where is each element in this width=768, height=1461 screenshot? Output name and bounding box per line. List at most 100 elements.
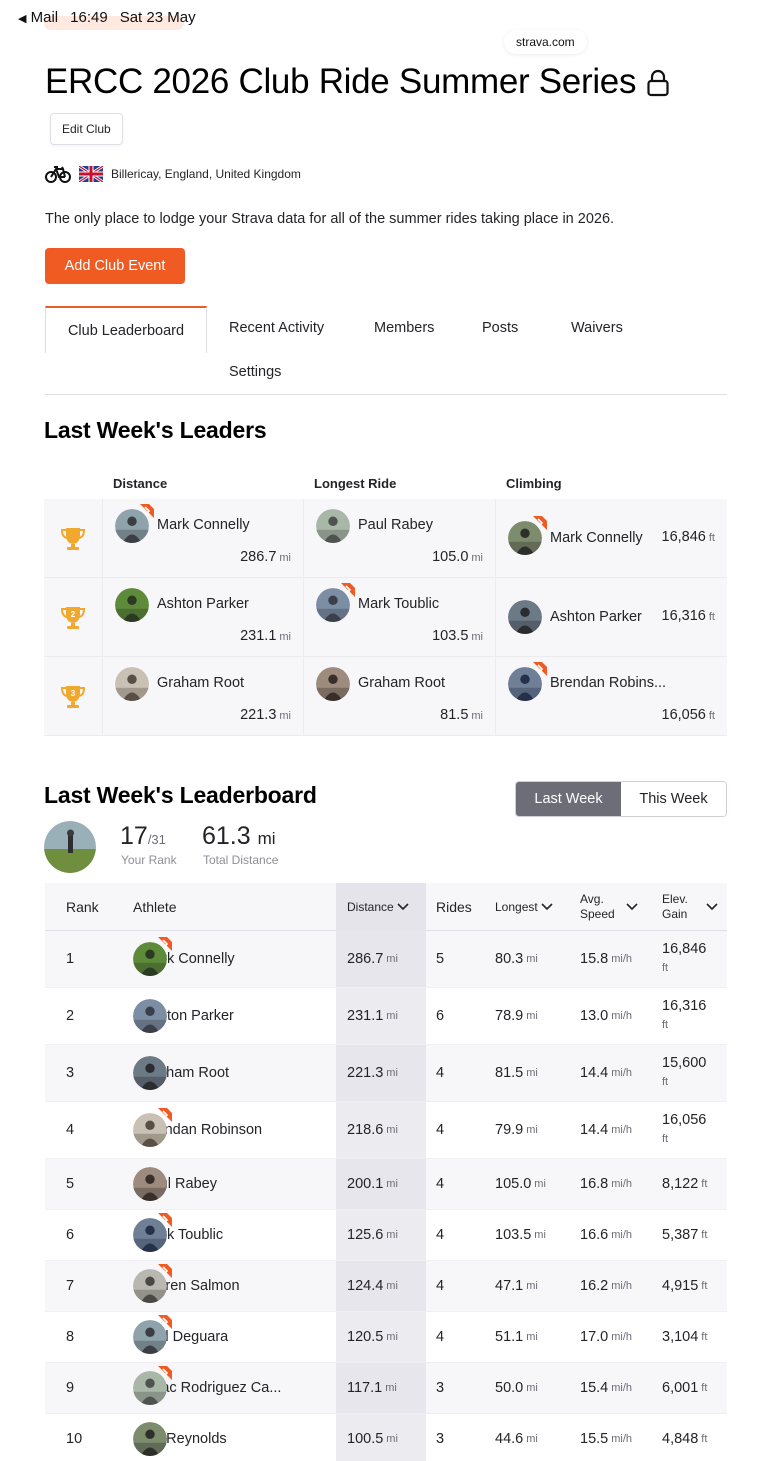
longest-unit: mi — [526, 1382, 538, 1394]
leader-value: 16,846 ft — [662, 529, 715, 545]
header-rides[interactable]: Rides — [436, 883, 472, 931]
elev-value: 3,104 — [662, 1328, 699, 1345]
leader-cell-longest[interactable]: Graham Root 81.5 mi — [303, 657, 495, 736]
athlete-photo — [133, 1167, 167, 1201]
athlete-avatar[interactable] — [133, 1264, 172, 1303]
speed-cell: 15.5 mi/h — [580, 1414, 632, 1461]
header-avg-speed[interactable]: Avg. Speed — [580, 883, 642, 931]
leader-name[interactable]: Mark Connelly — [157, 517, 250, 533]
leader-value-number: 103.5 — [432, 628, 469, 644]
leader-name[interactable]: Brendan Robins... — [550, 675, 666, 691]
leader-cell-climbing[interactable]: Ashton Parker 16,316 ft — [495, 578, 727, 657]
leader-cell-climbing[interactable]: Brendan Robins... 16,056 ft — [495, 657, 727, 736]
header-rank[interactable]: Rank — [66, 883, 99, 931]
athlete-cell[interactable]: Ian Reynolds — [133, 1414, 227, 1461]
longest-cell: 79.9 mi — [495, 1102, 538, 1158]
leader-cell-distance[interactable]: Graham Root 221.3 mi — [102, 657, 303, 736]
athlete-avatar[interactable] — [133, 1108, 172, 1147]
leader-value-number: 16,056 — [661, 707, 706, 723]
edit-club-button[interactable]: Edit Club — [50, 113, 123, 145]
longest-unit: mi — [526, 1010, 538, 1022]
athlete-avatar[interactable] — [133, 1366, 172, 1405]
club-description: The only place to lodge your Strava data… — [45, 211, 615, 227]
header-athlete[interactable]: Athlete — [133, 883, 177, 931]
add-club-event-button[interactable]: Add Club Event — [45, 248, 185, 284]
athlete-avatar[interactable] — [508, 516, 547, 555]
rank-cell: 6 — [66, 1227, 75, 1243]
leader-name[interactable]: Ashton Parker — [550, 609, 642, 625]
athlete-avatar[interactable] — [115, 504, 154, 543]
tab-recent-activity[interactable]: Recent Activity — [229, 320, 324, 336]
status-left[interactable]: ◀ Mail 16:49 Sat 23 May — [18, 9, 196, 26]
distance-value: 124.4 — [347, 1278, 384, 1294]
url-pill[interactable]: strava.com — [504, 30, 587, 54]
header-elev-gain[interactable]: Elev. Gain — [662, 883, 722, 931]
athlete-cell[interactable]: Darren Salmon — [133, 1261, 240, 1311]
distance-value: 221.3 — [347, 1065, 384, 1081]
athlete-avatar[interactable] — [133, 1213, 172, 1252]
athlete-avatar[interactable] — [133, 999, 167, 1033]
tab-waivers[interactable]: Waivers — [571, 320, 623, 336]
athlete-avatar[interactable] — [115, 667, 149, 701]
distance-cell: 124.4 mi — [347, 1261, 398, 1311]
athlete-avatar[interactable] — [316, 667, 350, 701]
your-rank-number: 17 — [120, 822, 148, 850]
athlete-avatar[interactable] — [133, 1422, 167, 1456]
uk-flag-icon — [79, 166, 103, 182]
athlete-cell[interactable]: Mark Connelly — [133, 931, 235, 987]
rank-cell: 5 — [66, 1176, 75, 1192]
leader-name[interactable]: Paul Rabey — [358, 517, 433, 533]
athlete-avatar[interactable] — [508, 662, 547, 701]
tab-settings[interactable]: Settings — [229, 364, 281, 380]
athlete-photo — [316, 509, 350, 543]
athlete-cell[interactable]: Ashton Parker — [133, 988, 234, 1044]
leader-cell-longest[interactable]: Mark Toublic 103.5 mi — [303, 578, 495, 657]
longest-value: 81.5 — [495, 1065, 524, 1081]
this-week-button[interactable]: This Week — [621, 782, 726, 816]
elev-value: 16,316 — [662, 998, 707, 1014]
athlete-cell[interactable]: Paul Rabey — [133, 1159, 217, 1209]
athlete-avatar[interactable] — [115, 588, 149, 622]
leader-cell-distance[interactable]: Ashton Parker 231.1 mi — [102, 578, 303, 657]
distance-cell: 100.5 mi — [347, 1414, 398, 1461]
header-distance[interactable]: Distance — [336, 883, 426, 931]
athlete-cell[interactable]: Mark Toublic — [133, 1210, 223, 1260]
athlete-avatar[interactable] — [316, 509, 350, 543]
athlete-avatar[interactable] — [133, 1315, 172, 1354]
athlete-photo — [133, 1056, 167, 1090]
athlete-avatar[interactable] — [133, 1056, 167, 1090]
leader-name[interactable]: Mark Connelly — [550, 530, 643, 546]
athlete-avatar[interactable] — [133, 937, 172, 976]
speed-cell: 16.6 mi/h — [580, 1210, 632, 1260]
leader-name[interactable]: Mark Toublic — [358, 596, 439, 612]
athlete-cell[interactable]: Brendan Robinson — [133, 1102, 262, 1158]
leader-name[interactable]: Graham Root — [157, 675, 244, 691]
distance-value: 100.5 — [347, 1431, 384, 1447]
header-distance-label: Distance — [347, 900, 394, 914]
athlete-cell[interactable]: Isaac Rodriguez Ca... — [133, 1363, 281, 1413]
leader-name[interactable]: Graham Root — [358, 675, 445, 691]
athlete-avatar[interactable] — [508, 600, 542, 634]
my-avatar[interactable] — [44, 821, 96, 873]
athlete-avatar[interactable] — [316, 583, 355, 622]
speed-unit: mi/h — [611, 1433, 633, 1445]
tab-members[interactable]: Members — [374, 320, 434, 336]
leader-name[interactable]: Ashton Parker — [157, 596, 249, 612]
elev-cell: 4,915 ft — [662, 1261, 707, 1311]
athlete-cell[interactable]: Carl Deguara — [133, 1312, 228, 1362]
athlete-cell[interactable]: Graham Root — [133, 1045, 229, 1101]
back-app-link[interactable]: ◀ Mail — [18, 9, 58, 26]
leader-cell-climbing[interactable]: Mark Connelly 16,846 ft — [495, 499, 727, 578]
tab-club-leaderboard[interactable]: Club Leaderboard — [45, 306, 207, 353]
rank-summary: 17/31 Your Rank 61.3 mi Total Distance — [44, 820, 344, 874]
speed-unit: mi/h — [611, 953, 633, 965]
athlete-avatar[interactable] — [133, 1167, 167, 1201]
leader-cell-longest[interactable]: Paul Rabey 105.0 mi — [303, 499, 495, 578]
leader-cell-distance[interactable]: Mark Connelly 286.7 mi — [102, 499, 303, 578]
distance-unit: mi — [386, 1010, 398, 1022]
tab-posts[interactable]: Posts — [482, 320, 518, 336]
header-longest[interactable]: Longest — [495, 883, 553, 931]
status-time: 16:49 — [70, 9, 108, 26]
last-week-button[interactable]: Last Week — [516, 782, 621, 816]
subscriber-badge-icon — [158, 1366, 172, 1380]
